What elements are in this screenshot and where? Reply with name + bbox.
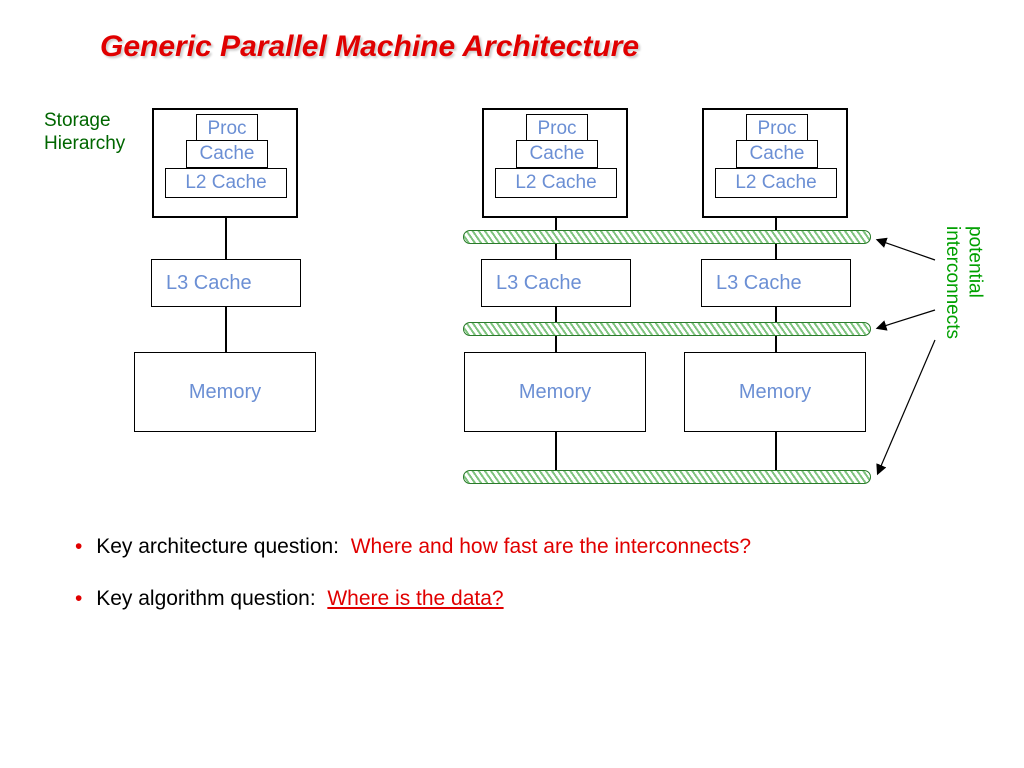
label-line2: interconnects	[942, 226, 963, 339]
bullet-1: • Key architecture question: Where and h…	[75, 535, 751, 559]
label-line2: Hierarchy	[44, 133, 125, 154]
q2-label: Key algorithm question:	[96, 587, 315, 610]
conn-line	[225, 307, 227, 352]
bus-bottom	[463, 470, 871, 484]
storage-hierarchy-label: Storage Hierarchy	[44, 110, 125, 156]
cache-box: Cache	[516, 140, 598, 168]
cache-box: Cache	[186, 140, 268, 168]
bullet-list: • Key architecture question: Where and h…	[75, 535, 751, 639]
conn-line	[555, 432, 557, 472]
q1-label: Key architecture question:	[96, 535, 339, 558]
memory-box-right-b: Memory	[684, 352, 866, 432]
q1-answer: Where and how fast are the interconnects…	[351, 535, 751, 558]
bullet-dot-icon: •	[75, 535, 82, 558]
conn-line	[775, 432, 777, 472]
label-line1: potential	[965, 226, 986, 298]
label-line1: Storage	[44, 110, 111, 131]
q2-answer: Where is the data?	[327, 587, 503, 610]
memory-box-left: Memory	[134, 352, 316, 432]
bullet-dot-icon: •	[75, 587, 82, 610]
bus-top	[463, 230, 871, 244]
proc-box: Proc	[746, 114, 808, 142]
conn-line	[225, 218, 227, 259]
memory-box-right-a: Memory	[464, 352, 646, 432]
proc-box: Proc	[196, 114, 258, 142]
l2-box: L2 Cache	[495, 168, 617, 198]
bus-mid	[463, 322, 871, 336]
potential-interconnects-label: potential interconnects	[940, 226, 986, 339]
bullet-2: • Key algorithm question: Where is the d…	[75, 587, 751, 611]
l3-box-right-b: L3 Cache	[701, 259, 851, 307]
l2-box: L2 Cache	[715, 168, 837, 198]
proc-box: Proc	[526, 114, 588, 142]
l2-box: L2 Cache	[165, 168, 287, 198]
l3-box-right-a: L3 Cache	[481, 259, 631, 307]
cache-box: Cache	[736, 140, 818, 168]
l3-box-left: L3 Cache	[151, 259, 301, 307]
slide-title: Generic Parallel Machine Architecture	[100, 30, 639, 64]
